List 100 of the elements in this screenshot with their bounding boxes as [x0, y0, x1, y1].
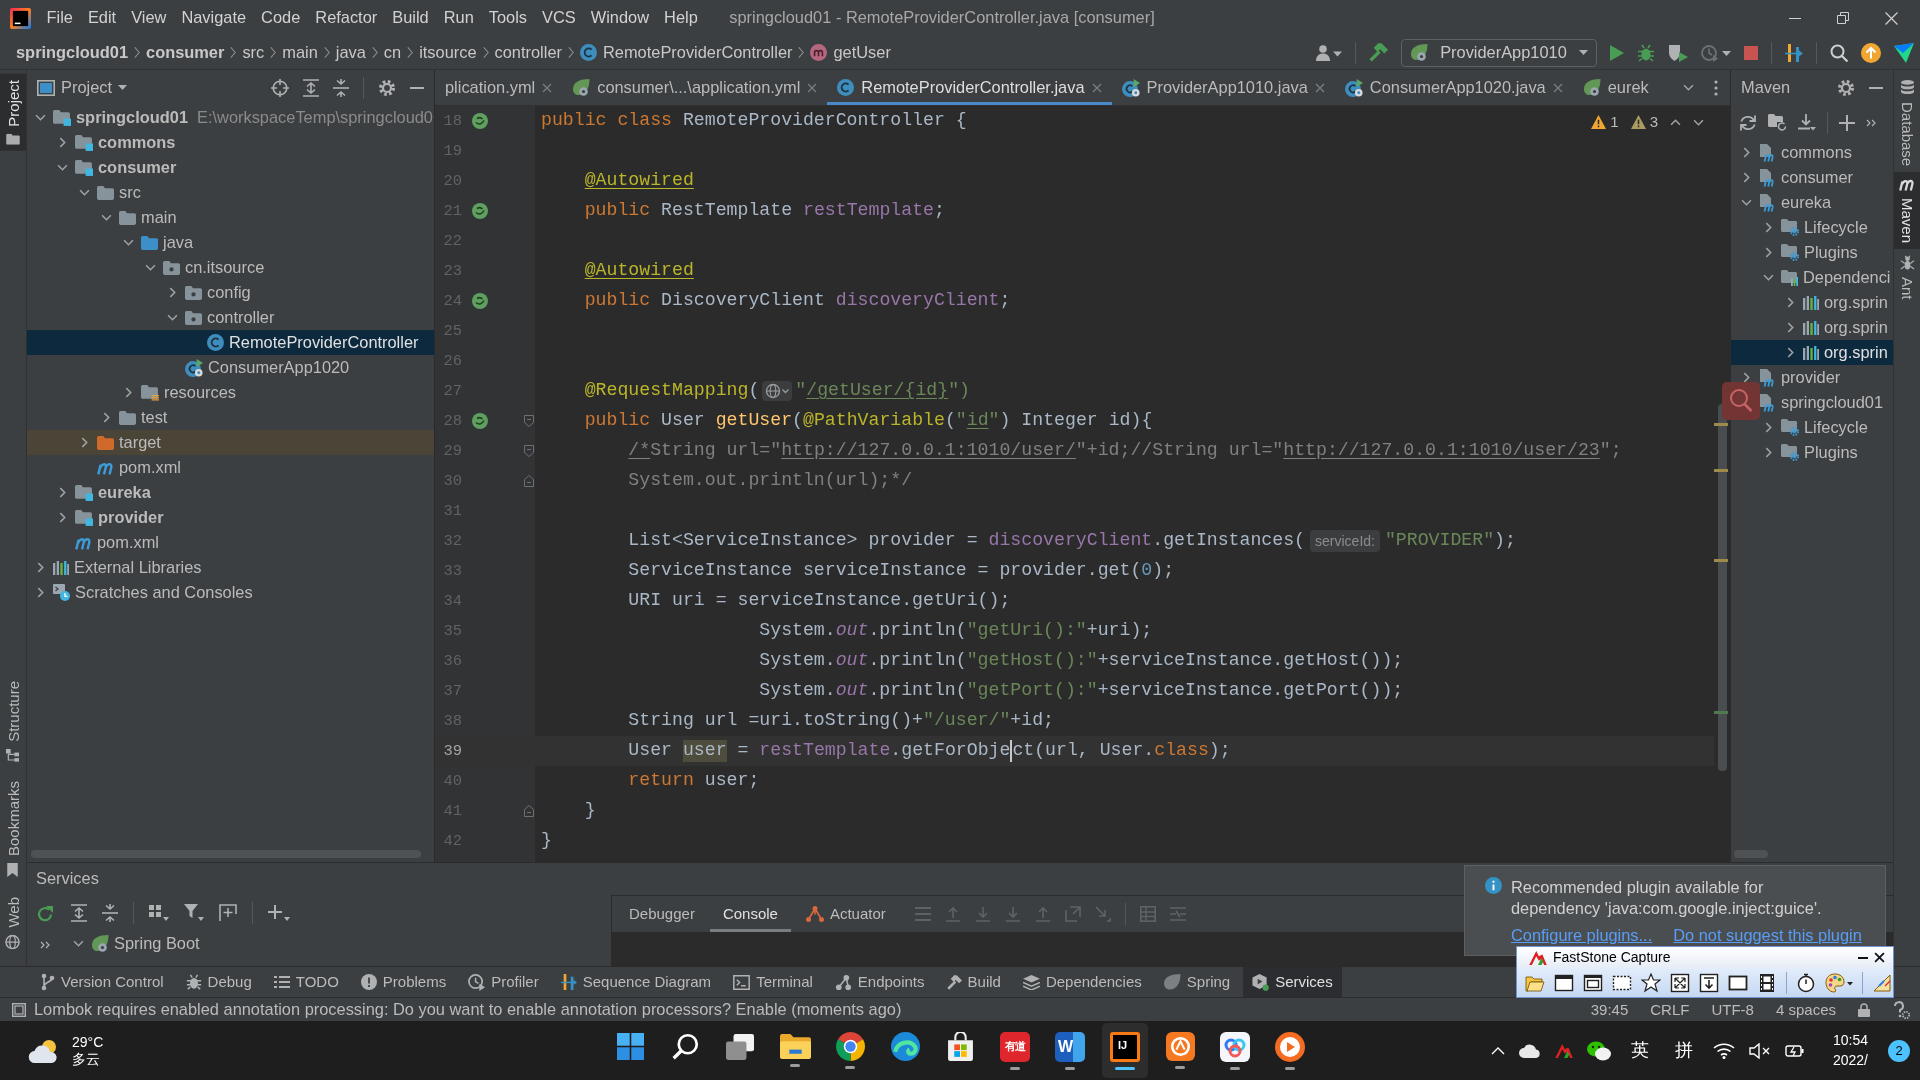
shield-play-icon[interactable] — [1668, 43, 1688, 62]
fold-icon[interactable] — [524, 805, 534, 817]
tree-item[interactable]: src — [27, 180, 434, 205]
status-item[interactable]: UTF-8 — [1711, 1000, 1754, 1019]
warning-counter[interactable]: 1 — [1591, 113, 1619, 131]
plus-icon[interactable] — [268, 904, 290, 922]
plus-icon[interactable] — [1839, 114, 1855, 131]
hammer-icon[interactable] — [1369, 43, 1388, 62]
chevron-right-icon[interactable] — [1742, 372, 1750, 383]
editor-tab[interactable]: eurek — [1572, 70, 1659, 105]
bean-icon[interactable] — [471, 292, 489, 310]
bean-icon[interactable] — [471, 412, 489, 430]
breadcrumb-item[interactable]: cn — [377, 42, 408, 63]
chevron-right-icon[interactable] — [124, 387, 132, 398]
tool-window-button[interactable]: Ant — [1894, 249, 1920, 306]
editor-tab[interactable]: consumer\...\application.yml — [562, 70, 828, 105]
chevron-right-icon[interactable] — [1764, 422, 1772, 433]
breadcrumb-item[interactable]: java — [329, 42, 372, 63]
triangle-logo-icon[interactable] — [1894, 42, 1914, 63]
tool-window-button[interactable]: Database — [1894, 74, 1920, 173]
help-icon[interactable] — [1892, 1000, 1910, 1019]
app-button[interactable]: IJ — [1110, 1031, 1140, 1062]
star-outline-icon[interactable] — [1641, 972, 1661, 993]
circular-arrow-icon[interactable] — [35, 905, 54, 923]
breadcrumb-item[interactable]: getUser — [804, 42, 897, 63]
close-icon[interactable] — [1874, 952, 1885, 963]
tree-item[interactable]: External Libraries — [27, 555, 434, 580]
settings-icon[interactable] — [1837, 78, 1855, 97]
store-icon[interactable] — [945, 1032, 975, 1061]
tree-item[interactable]: resources — [27, 380, 434, 405]
app-button[interactable]: 有道 — [1000, 1031, 1030, 1062]
tool-window-button[interactable]: Version Control — [32, 966, 173, 998]
globe-icon[interactable] — [762, 381, 793, 401]
menu-item[interactable]: Build — [384, 5, 437, 31]
chat-icon[interactable] — [1586, 1040, 1611, 1061]
collapse-all-icon[interactable] — [333, 78, 349, 97]
link[interactable]: Do not suggest this plugin — [1673, 926, 1862, 946]
tree-item[interactable]: commons — [1731, 140, 1893, 165]
up-arrow-circle-icon[interactable] — [1861, 42, 1881, 63]
tool-window-button[interactable]: Dependencies — [1013, 966, 1151, 998]
tool-window-button[interactable]: Project — [0, 74, 26, 151]
refresh-icon[interactable] — [1739, 113, 1757, 132]
tab[interactable]: Debugger — [616, 896, 708, 932]
tree-item[interactable]: Plugins — [1731, 240, 1893, 265]
chevron-right-icon[interactable] — [58, 487, 66, 498]
tree-item[interactable]: springcloud01 E:\workspaceTemp\springcloud0 — [27, 105, 434, 130]
breadcrumb-item[interactable]: RemoteProviderController — [574, 42, 799, 63]
tool-window-button[interactable]: Bookmarks — [0, 775, 26, 884]
bean-icon[interactable] — [471, 112, 489, 130]
tree-item[interactable]: Spring Boot — [62, 931, 611, 956]
search-icon[interactable] — [1830, 43, 1848, 62]
tree-item[interactable]: main — [27, 205, 434, 230]
timer-icon[interactable] — [1796, 972, 1816, 993]
tree-item[interactable]: Lifecycle — [1731, 415, 1893, 440]
chevron-right-icon[interactable] — [36, 587, 44, 598]
vertical-scrollbar[interactable] — [1714, 404, 1728, 771]
circle-logo-icon[interactable] — [1165, 1032, 1195, 1061]
menu-item[interactable]: Run — [436, 5, 482, 31]
tree-item[interactable]: org.sprin — [1731, 340, 1893, 365]
tree-item[interactable]: commons — [27, 130, 434, 155]
chevron-down-icon[interactable] — [1693, 118, 1704, 126]
chevron-down-icon[interactable] — [1740, 199, 1752, 206]
status-item[interactable]: 39:45 — [1590, 1000, 1629, 1019]
bug-icon[interactable] — [1637, 43, 1655, 62]
tree-item[interactable]: ConsumerApp1020 — [27, 355, 434, 380]
palette-icon[interactable] — [1825, 972, 1853, 993]
wifi-icon[interactable] — [1712, 1042, 1735, 1059]
film-icon[interactable] — [1757, 972, 1777, 993]
app-button[interactable]: W — [1055, 1031, 1085, 1062]
filter-icon[interactable] — [184, 904, 204, 922]
tool-window-button[interactable]: TODO — [264, 966, 348, 998]
notification-badge[interactable]: 2 — [1888, 1039, 1910, 1062]
editor-tab[interactable]: ProviderApp1010.java — [1111, 70, 1335, 105]
chevron-right-icon[interactable] — [168, 287, 176, 298]
stop-icon[interactable] — [1744, 45, 1758, 60]
tree-item[interactable]: org.sprin — [1731, 315, 1893, 340]
chevron-right-icon[interactable] — [36, 562, 44, 573]
breadcrumb-item[interactable]: itsource — [413, 42, 483, 63]
rings-app-icon[interactable] — [1220, 1031, 1250, 1062]
view-dropdown[interactable]: Project — [37, 77, 127, 98]
chevron-down-icon[interactable] — [34, 114, 46, 121]
chevron-down-icon[interactable] — [1683, 84, 1694, 91]
folder-icon[interactable] — [779, 1034, 811, 1059]
chevron-down-icon[interactable] — [56, 164, 68, 171]
chevron-down-icon[interactable] — [166, 314, 178, 321]
fullscreen-icon[interactable] — [1670, 972, 1690, 993]
fold-icon[interactable] — [524, 415, 534, 427]
tool-window-button[interactable]: Debug — [176, 966, 261, 998]
sequence-diagram-icon[interactable] — [1785, 43, 1803, 62]
tree-item[interactable]: Scratches and Consoles — [27, 580, 434, 605]
tool-window-button[interactable]: Sequence Diagram — [551, 966, 721, 998]
settings-icon[interactable] — [378, 78, 396, 97]
tree-item[interactable]: RemoteProviderController — [27, 330, 434, 355]
chevron-right-icon[interactable] — [1786, 347, 1794, 358]
breadcrumb-item[interactable]: consumer — [140, 42, 231, 63]
menu-item[interactable]: Tools — [481, 5, 535, 31]
editor-tab[interactable]: ConsumerApp1020.java — [1334, 70, 1573, 105]
chevron-right-icon[interactable] — [1742, 147, 1750, 158]
chevron-down-icon[interactable] — [100, 214, 112, 221]
warning-counter[interactable]: 3 — [1630, 113, 1658, 131]
